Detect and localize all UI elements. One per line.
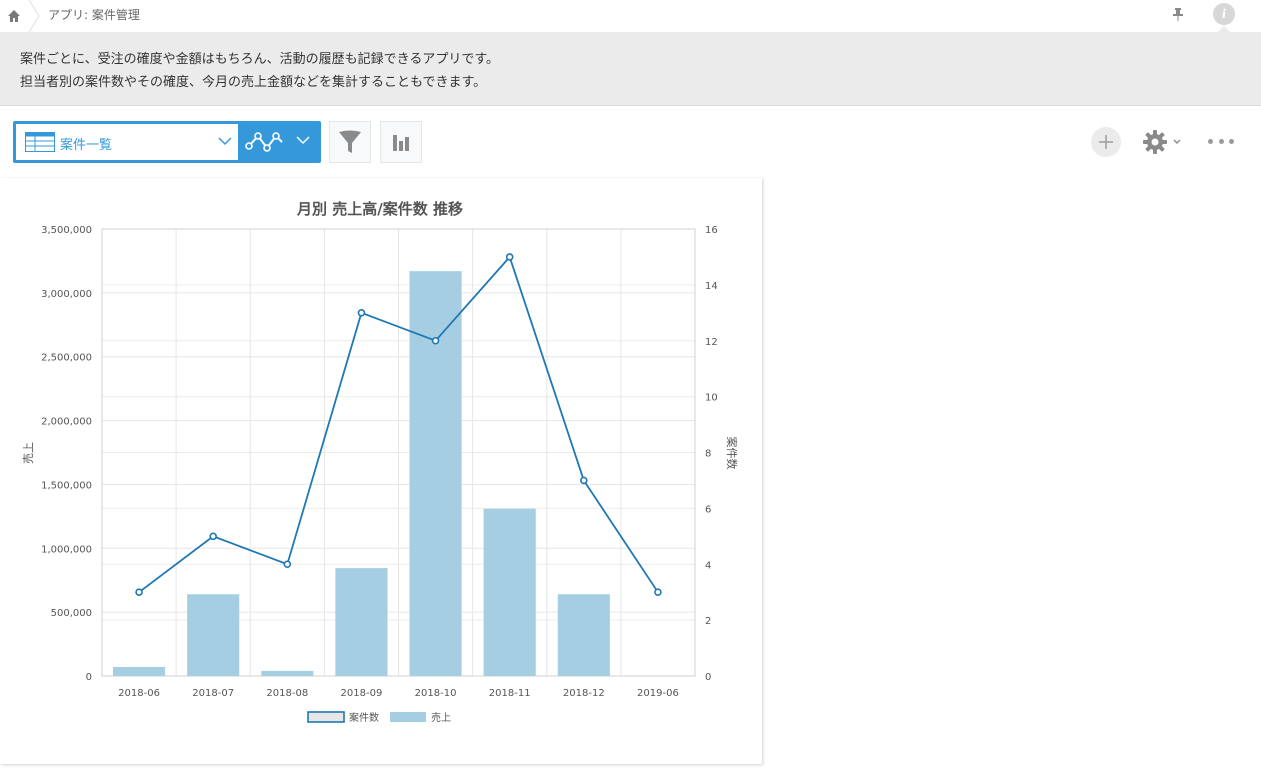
more-dot — [1229, 138, 1234, 144]
bar[interactable] — [187, 594, 240, 676]
y2-tick-label: 14 — [705, 281, 718, 292]
plus-icon — [1099, 135, 1113, 149]
view-name: 案件一覧 — [60, 138, 113, 153]
line-point[interactable] — [505, 253, 514, 261]
line-point[interactable] — [654, 588, 662, 596]
filter-icon — [339, 130, 361, 153]
top-bar: アプリ: 案件管理 i — [0, 0, 1261, 33]
graph-button[interactable] — [380, 121, 422, 163]
view-selector: 案件一覧 — [13, 121, 321, 163]
home-button[interactable] — [0, 0, 28, 32]
bar[interactable] — [483, 508, 536, 676]
y-tick-label: 0 — [86, 672, 92, 683]
bar[interactable] — [261, 670, 314, 676]
home-icon — [8, 10, 20, 22]
description-line-2: 担当者別の案件数やその確度、今月の売上金額などを集計することもできます。 — [20, 75, 487, 90]
x-tick-label: 2018-09 — [341, 688, 383, 699]
app-description: 案件ごとに、受注の確度や金額はもちろん、活動の履歴も記録できるアプリです。 担当… — [0, 32, 1261, 106]
x-tick-label: 2018-10 — [415, 688, 457, 699]
y-axis-label: 売上 — [22, 442, 35, 464]
x-tick-label: 2019-06 — [637, 688, 679, 699]
bar[interactable] — [557, 594, 610, 676]
settings-button[interactable] — [1142, 129, 1184, 155]
y2-tick-label: 2 — [705, 616, 711, 627]
line-point[interactable] — [135, 588, 143, 596]
bar[interactable] — [335, 568, 388, 676]
line-chart-icon[interactable] — [245, 130, 285, 154]
gear-icon — [1143, 130, 1167, 154]
breadcrumb-app[interactable]: アプリ: 案件管理 — [48, 6, 140, 23]
x-tick-label: 2018-07 — [192, 688, 234, 699]
x-tick-label: 2018-06 — [118, 688, 160, 699]
y-tick-label: 1,500,000 — [41, 480, 92, 491]
pin-icon — [1173, 8, 1183, 21]
y-tick-label: 3,500,000 — [41, 225, 92, 236]
line-point[interactable] — [580, 476, 588, 485]
y-tick-label: 3,000,000 — [41, 289, 92, 300]
legend: 案件数 売上 — [307, 711, 451, 724]
chart-type-chevron-icon[interactable] — [296, 135, 310, 145]
legend-label[interactable]: 売上 — [431, 711, 451, 724]
info-icon[interactable]: i — [1213, 3, 1235, 25]
line-point[interactable] — [431, 336, 440, 345]
y2-tick-label: 10 — [705, 393, 718, 404]
more-dot — [1208, 138, 1213, 144]
x-tick-label: 2018-12 — [563, 688, 605, 699]
legend-swatch-line[interactable] — [307, 711, 345, 723]
chart: 月別 売上高/案件数 推移 売上 案件数 0 500,000 1,000,000 1,… — [22, 200, 739, 724]
y2-tick-label: 16 — [705, 225, 718, 236]
y2-tick-label: 6 — [705, 504, 711, 515]
x-tick-label: 2018-11 — [489, 688, 531, 699]
bar[interactable] — [409, 271, 462, 676]
legend-swatch-bar[interactable] — [390, 712, 426, 722]
settings-chevron-icon — [1173, 139, 1181, 144]
filter-button[interactable] — [329, 121, 371, 163]
y2-tick-label: 4 — [705, 560, 711, 571]
y2-axis-label: 案件数 — [725, 437, 739, 470]
y-tick-label: 2,500,000 — [41, 353, 92, 364]
y2-tick-label: 8 — [705, 449, 711, 460]
chevron-down-icon — [218, 137, 232, 146]
bar-chart-icon — [393, 135, 409, 151]
view-dropdown[interactable]: 案件一覧 — [16, 124, 238, 160]
y-tick-label: 1,000,000 — [41, 544, 92, 555]
add-record-button[interactable] — [1091, 127, 1121, 157]
legend-label[interactable]: 案件数 — [349, 711, 379, 724]
table-icon — [25, 132, 55, 152]
more-dot — [1218, 138, 1224, 144]
bar[interactable] — [113, 667, 166, 676]
line-point[interactable] — [283, 560, 292, 569]
chart-panel: 月別 売上高/案件数 推移 売上 案件数 0 500,000 1,000,000 1,… — [0, 178, 762, 764]
y2-tick-label: 12 — [705, 337, 718, 348]
line-point[interactable] — [209, 532, 217, 541]
y2-tick-label: 0 — [705, 672, 711, 683]
breadcrumb-separator — [28, 0, 40, 32]
line-point[interactable] — [357, 309, 366, 317]
more-icon[interactable] — [1208, 134, 1234, 148]
chart-title: 月別 売上高/案件数 推移 — [296, 200, 463, 218]
x-tick-label: 2018-08 — [266, 688, 308, 699]
y-tick-label: 2,000,000 — [41, 417, 92, 428]
pin-button[interactable] — [1168, 4, 1188, 24]
y-tick-label: 500,000 — [51, 608, 92, 619]
description-line-1: 案件ごとに、受注の確度や金額はもちろん、活動の履歴も記録できるアプリです。 — [20, 52, 500, 67]
